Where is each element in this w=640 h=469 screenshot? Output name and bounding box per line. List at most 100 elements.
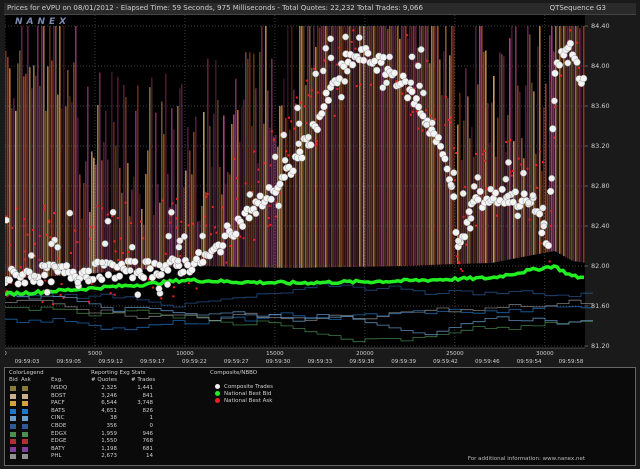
legend-bid-header: Bid (9, 377, 18, 383)
quote-bar (137, 85, 139, 270)
best-ask-mark (52, 212, 55, 215)
quote-bar (407, 38, 409, 266)
x-time-tick-label: 09:59:27 (224, 359, 249, 365)
quote-bar (449, 55, 451, 265)
y-tick-label: 81.60 (591, 302, 610, 310)
quote-bar (83, 183, 85, 274)
best-ask-mark (424, 109, 427, 112)
quote-bar (331, 26, 333, 268)
trade-count: 14 (146, 453, 153, 460)
trade-dot (564, 59, 572, 67)
trade-dot (423, 121, 431, 129)
best-ask-mark (160, 297, 163, 300)
best-ask-mark (175, 217, 178, 220)
trade-dot (318, 109, 326, 118)
best-ask-mark (233, 157, 236, 160)
best-ask-mark (285, 150, 288, 153)
bid-color-swatch (10, 416, 16, 422)
quote-bar (11, 108, 13, 279)
quote-bar (183, 187, 185, 266)
title-bar: Prices for eVPU on 08/01/2012 - Elapsed … (4, 3, 636, 15)
best-ask-mark (464, 186, 467, 189)
quote-bar (185, 170, 187, 266)
exchange-row: EDGX 1,959 946 (5, 431, 175, 438)
best-ask-mark (266, 225, 269, 228)
quote-bar (113, 122, 115, 272)
footer-info: For additional information: www.nanex.ne… (467, 456, 585, 462)
best-ask-mark (539, 242, 542, 245)
trade-dot (276, 180, 284, 188)
quote-bar (217, 99, 219, 267)
quote-bar (501, 54, 503, 262)
trade-dot (538, 229, 546, 237)
quote-bar (73, 62, 75, 275)
x-seq-tick-label: 20000 (356, 351, 374, 357)
trade-dot (474, 173, 482, 181)
trade-dot (320, 103, 328, 111)
best-ask-mark (553, 136, 556, 139)
trade-dot (428, 119, 436, 127)
quote-bar (271, 58, 273, 268)
trade-dot (280, 131, 288, 139)
x-seq-tick-label: 5000 (88, 351, 102, 357)
quote-bar (285, 117, 287, 268)
quote-bar (477, 84, 479, 264)
trade-dot (219, 242, 227, 250)
best-ask-mark (89, 226, 92, 229)
quote-bar (59, 26, 61, 276)
trade-dot (419, 89, 427, 97)
legend-ask-header: Ask (21, 377, 31, 383)
trade-dot (443, 165, 451, 173)
best-ask-mark (355, 85, 358, 88)
trade-dot (436, 142, 445, 151)
best-ask-mark (16, 207, 19, 210)
quote-bar (119, 167, 121, 272)
trade-dot (359, 56, 368, 65)
trade-dot (474, 195, 482, 204)
x-seq-tick-label: 25000 (446, 351, 464, 357)
quote-bar (93, 157, 95, 274)
quote-bar (453, 26, 455, 265)
quote-count: 6,544 (101, 400, 117, 407)
x-time-tick-label: 09:59:58 (559, 359, 584, 365)
trade-dot (84, 267, 93, 275)
quote-bar (125, 97, 127, 271)
quote-bar (509, 38, 511, 260)
quote-bar (65, 106, 67, 276)
trade-dot (101, 240, 109, 248)
legend-trades-header: # Trades (131, 377, 156, 383)
quote-count: 3,246 (101, 392, 117, 399)
bid-color-swatch (10, 424, 16, 429)
quote-bar (503, 56, 505, 261)
quote-bar (583, 26, 585, 263)
quote-bar (63, 26, 65, 276)
best-ask-mark (60, 283, 63, 286)
best-ask-mark (510, 174, 513, 177)
quote-bar (529, 34, 531, 256)
trade-dot (199, 258, 207, 266)
trade-dot (408, 88, 416, 96)
quote-bar (491, 102, 493, 263)
quote-bar (243, 99, 245, 268)
trade-dot (66, 209, 74, 217)
quote-bar (75, 26, 77, 275)
y-axis: 84.40 84.00 83.60 83.20 82.80 82.40 82.00 81.60… (585, 22, 610, 350)
quote-bar (451, 26, 453, 265)
bid-color-swatch (10, 454, 16, 460)
quote-bar (429, 63, 431, 265)
trade-dot (312, 70, 320, 78)
best-ask-mark (459, 267, 462, 270)
quote-bar (253, 53, 255, 268)
quote-bar (41, 26, 43, 277)
quote-bar (355, 26, 357, 267)
best-ask-mark (450, 116, 453, 119)
trade-dot (180, 233, 188, 240)
exchange-row: CBOE 356 0 (5, 423, 175, 430)
trade-dot (36, 279, 44, 287)
best-ask-mark (236, 197, 239, 200)
trade-dot (342, 33, 350, 41)
best-ask-mark (290, 120, 293, 123)
trade-dot (498, 185, 506, 194)
best-ask-mark (57, 257, 60, 260)
quote-bar (303, 26, 305, 268)
